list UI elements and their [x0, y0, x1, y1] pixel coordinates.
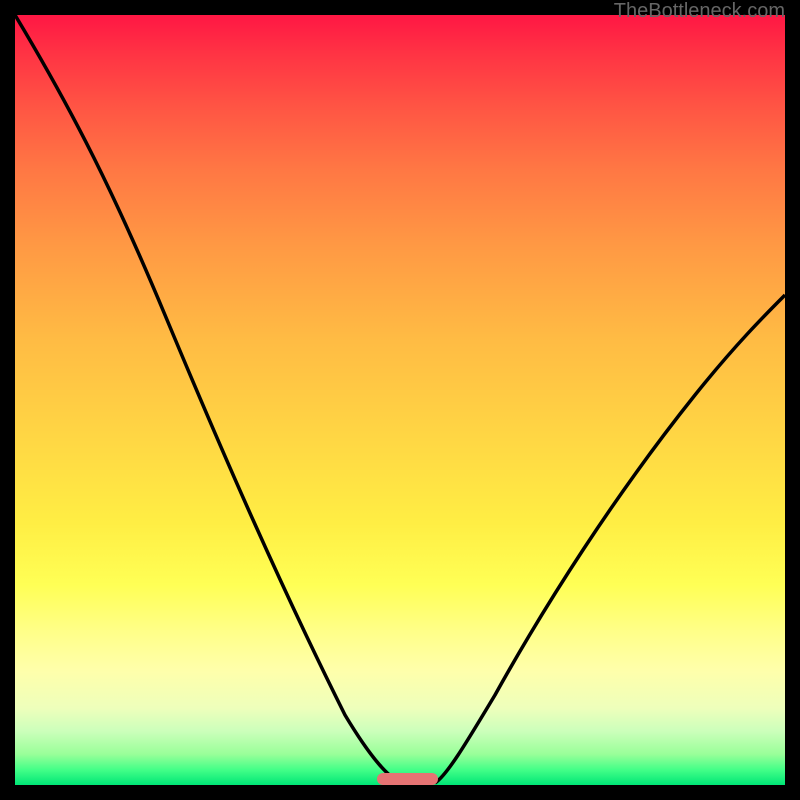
- watermark-text: TheBottleneck.com: [614, 0, 785, 23]
- left-curve-path: [15, 15, 403, 783]
- chart-curves: [15, 15, 785, 785]
- optimal-range-marker: [377, 773, 439, 785]
- right-curve-path: [435, 295, 785, 783]
